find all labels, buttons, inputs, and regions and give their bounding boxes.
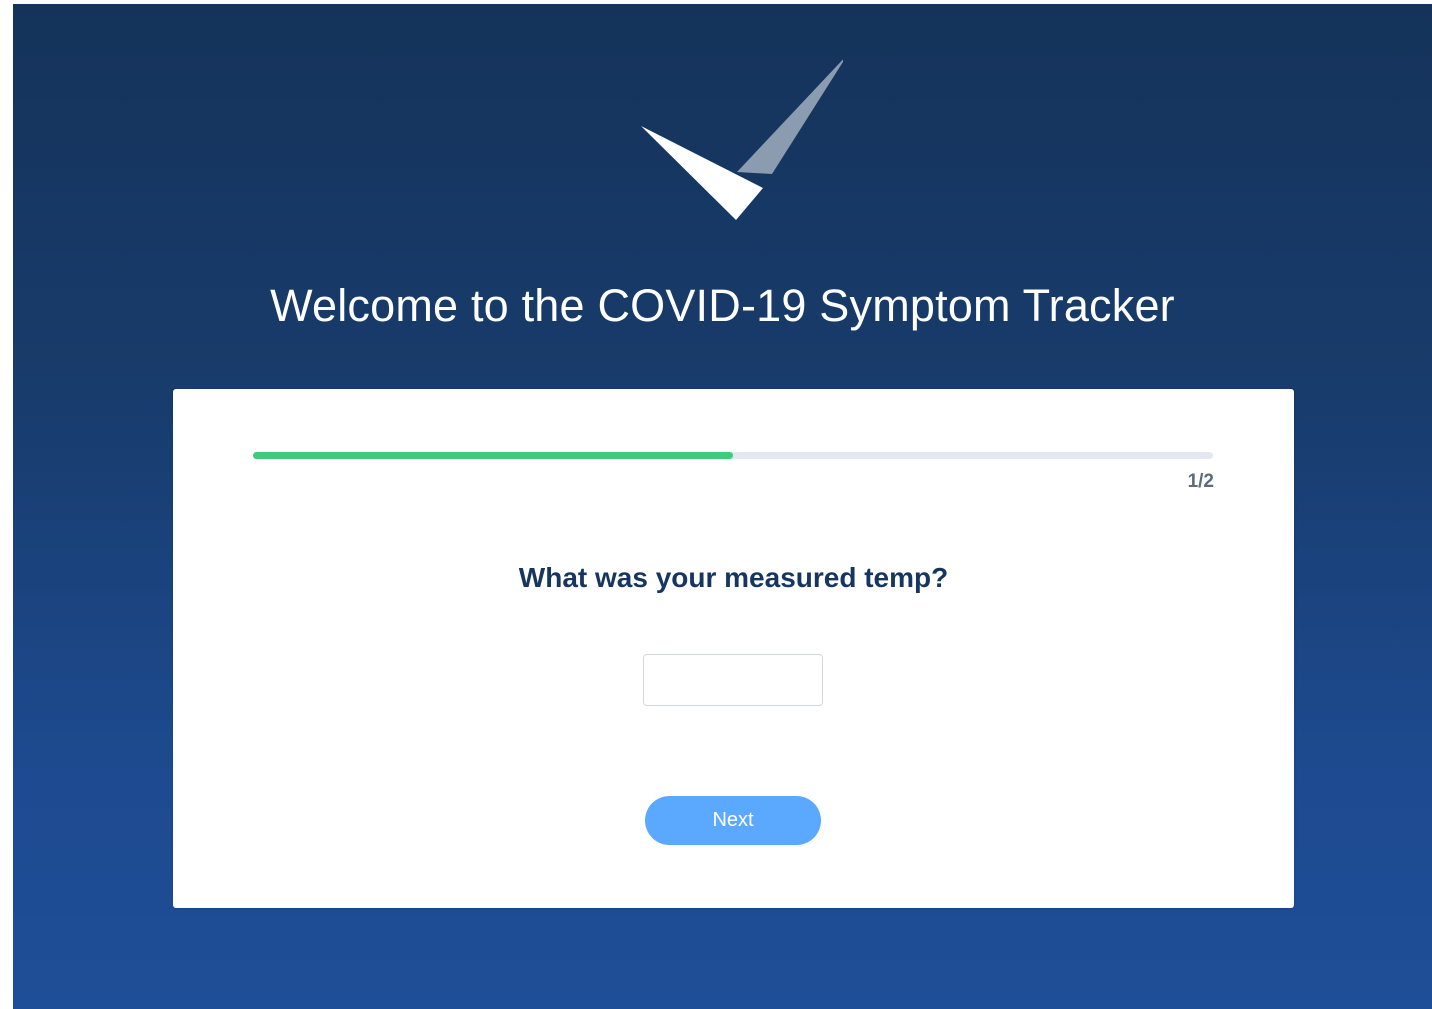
next-button[interactable]: Next [645, 796, 821, 845]
temperature-input[interactable] [643, 654, 823, 706]
question-card: 1/2 What was your measured temp? Next [173, 389, 1294, 908]
progress-bar-fill [253, 452, 733, 459]
progress-bar [253, 452, 1213, 459]
app-background: Welcome to the COVID-19 Symptom Tracker … [13, 4, 1432, 1009]
step-counter: 1/2 [1187, 471, 1214, 492]
page-title: Welcome to the COVID-19 Symptom Tracker [270, 280, 1175, 331]
question-text: What was your measured temp? [518, 562, 949, 593]
checkmark-logo-icon [641, 59, 843, 220]
